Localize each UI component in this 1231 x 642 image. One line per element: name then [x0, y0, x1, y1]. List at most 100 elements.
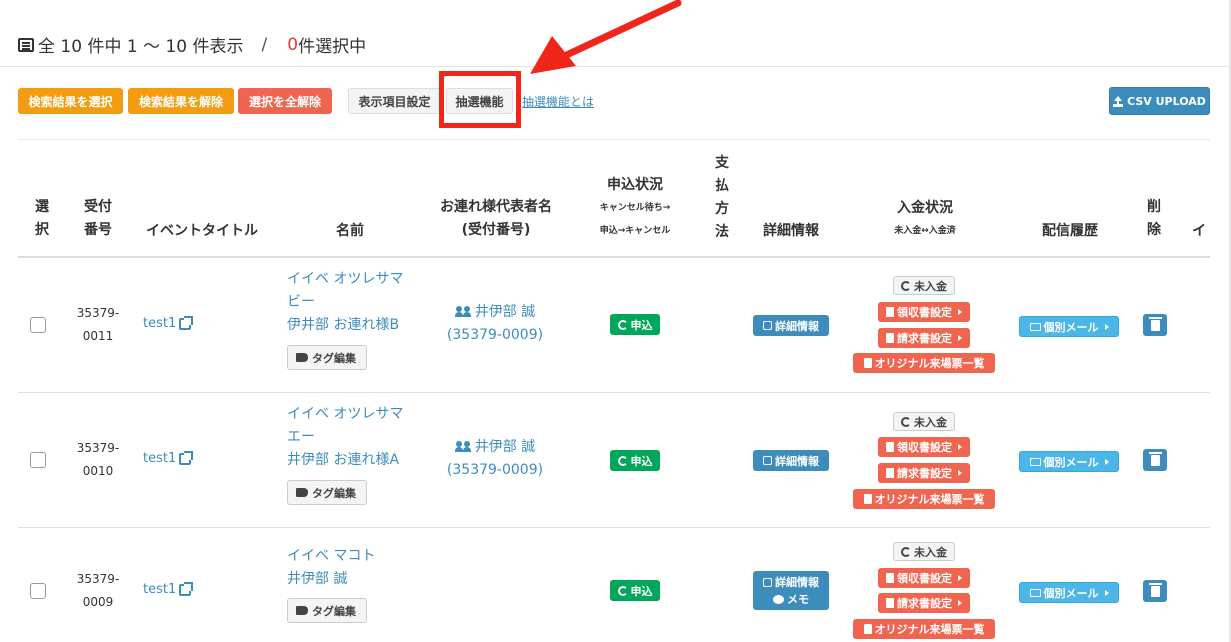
document-icon	[886, 573, 894, 583]
event-link[interactable]: test1	[143, 315, 194, 331]
summary-total: 全 10 件中 1 〜 10 件表示	[38, 37, 244, 57]
attendee-name[interactable]: イイベ オツレサマ ビー 伊井部 お連れ様B	[287, 268, 403, 337]
document-icon	[863, 624, 872, 634]
individual-mail-button[interactable]: 個別メール	[1019, 316, 1119, 337]
summary-separator: /	[261, 34, 268, 55]
envelope-icon	[1029, 588, 1041, 597]
delete-button[interactable]	[1143, 580, 1167, 602]
unpaid-badge[interactable]: 未入金	[893, 542, 955, 561]
document-icon	[886, 468, 894, 478]
caret-right-icon	[958, 335, 962, 341]
header-companion: お連れ様代表者名 (受付番号)	[440, 199, 552, 238]
tag-edit-button[interactable]: タグ編集	[287, 598, 367, 623]
edit-icon	[763, 456, 772, 465]
tag-edit-button[interactable]: タグ編集	[287, 480, 367, 505]
caret-right-icon	[1104, 589, 1109, 596]
envelope-icon	[1029, 322, 1041, 331]
status-badge[interactable]: 申込	[610, 314, 660, 335]
receipt-number: 35379- 0011	[76, 306, 120, 343]
delete-button[interactable]	[1143, 449, 1167, 471]
event-link[interactable]: test1	[143, 450, 194, 466]
ticket-list-button[interactable]: オリジナル来場票一覧	[853, 489, 995, 509]
divider	[18, 139, 1210, 140]
receipt-number: 35379- 0010	[76, 441, 120, 478]
row-checkbox[interactable]	[30, 317, 46, 333]
unpaid-badge[interactable]: 未入金	[893, 276, 955, 295]
result-summary: 全 10 件中 1 〜 10 件表示 / 0 件選択中	[18, 32, 366, 57]
users-icon	[454, 306, 471, 317]
companion-rep[interactable]: 井伊部 誠 (35379-0009)	[425, 436, 565, 482]
select-results-button[interactable]: 検索結果を選択	[18, 88, 123, 114]
header-divider	[18, 256, 1210, 258]
caret-right-icon	[1104, 458, 1109, 465]
companion-rep[interactable]: 井伊部 誠 (35379-0009)	[425, 301, 565, 347]
lottery-help-link[interactable]: 抽選機能とは	[522, 93, 594, 110]
header-select: 選択	[35, 199, 49, 238]
deselect-results-button[interactable]: 検索結果を解除	[128, 88, 234, 114]
edit-icon	[763, 577, 772, 587]
individual-mail-button[interactable]: 個別メール	[1019, 582, 1119, 603]
individual-mail-button[interactable]: 個別メール	[1019, 451, 1119, 472]
status-badge[interactable]: 申込	[610, 450, 660, 471]
header-name: 名前	[336, 223, 364, 239]
status-badge[interactable]: 申込	[610, 580, 660, 601]
header-delete: 削除	[1147, 199, 1161, 238]
header-event-title: イベントタイトル	[146, 223, 258, 239]
row-checkbox[interactable]	[30, 583, 46, 599]
header-deposit: 入金状況 未入金↔入金済	[894, 200, 956, 236]
refresh-icon	[617, 319, 628, 330]
invoice-setting-button[interactable]: 請求書設定	[878, 328, 970, 348]
trash-icon	[1148, 582, 1162, 597]
header-history: 配信履歴	[1042, 223, 1098, 239]
receipt-setting-button[interactable]: 領収書設定	[878, 302, 970, 322]
document-icon	[863, 358, 872, 368]
row-checkbox[interactable]	[30, 452, 46, 468]
attendee-name[interactable]: イイベ オツレサマ エー 井伊部 お連れ様A	[287, 403, 403, 472]
receipt-setting-button[interactable]: 領収書設定	[878, 568, 970, 588]
comment-icon	[773, 594, 784, 604]
caret-right-icon	[958, 600, 962, 606]
external-link-icon	[179, 450, 194, 465]
display-settings-button[interactable]: 表示項目設定	[348, 88, 441, 114]
row-divider	[18, 527, 1210, 528]
details-button[interactable]: 詳細情報	[753, 315, 829, 336]
users-icon	[454, 441, 471, 452]
details-button[interactable]: 詳細情報	[753, 450, 829, 471]
ticket-list-button[interactable]: オリジナル来場票一覧	[853, 619, 995, 639]
header-more: イ	[1192, 223, 1206, 239]
page: 全 10 件中 1 〜 10 件表示 / 0 件選択中 検索結果を選択 検索結果…	[0, 0, 1231, 642]
tag-edit-button[interactable]: タグ編集	[287, 345, 367, 370]
trash-icon	[1148, 316, 1162, 331]
receipt-number: 35379- 0009	[76, 572, 120, 609]
attendee-name[interactable]: イイベ マコト 井伊部 誠	[287, 545, 375, 591]
deselect-all-button[interactable]: 選択を全解除	[238, 88, 332, 114]
external-link-icon	[179, 315, 194, 330]
unpaid-badge[interactable]: 未入金	[893, 412, 955, 431]
tag-icon	[296, 488, 308, 497]
highlight-annotation	[439, 71, 521, 128]
event-link[interactable]: test1	[143, 581, 194, 597]
receipt-setting-button[interactable]: 領収書設定	[878, 437, 970, 457]
ticket-list-button[interactable]: オリジナル来場票一覧	[853, 353, 995, 373]
arrow-annotation	[530, 0, 682, 74]
refresh-icon	[901, 546, 911, 557]
invoice-setting-button[interactable]: 請求書設定	[878, 593, 970, 613]
document-icon	[863, 494, 872, 504]
details-button[interactable]: 詳細情報 メモ	[753, 571, 829, 610]
refresh-icon	[901, 416, 911, 427]
caret-right-icon	[1104, 323, 1109, 330]
tag-icon	[296, 606, 308, 615]
selected-count: 0	[287, 34, 299, 55]
csv-upload-label: CSV UPLOAD	[1127, 94, 1206, 108]
delete-button[interactable]	[1143, 314, 1167, 336]
upload-icon	[1113, 95, 1124, 107]
header-status: 申込状況 キャンセル待ち→ 申込→キャンセル	[599, 177, 671, 236]
header-details: 詳細情報	[763, 223, 819, 239]
envelope-icon	[1029, 457, 1041, 466]
refresh-icon	[617, 585, 628, 596]
invoice-setting-button[interactable]: 請求書設定	[878, 463, 970, 483]
header-payment: 支払 方法	[715, 155, 729, 240]
document-icon	[886, 442, 894, 452]
csv-upload-button[interactable]: CSV UPLOAD	[1109, 87, 1210, 115]
caret-right-icon	[958, 309, 962, 315]
